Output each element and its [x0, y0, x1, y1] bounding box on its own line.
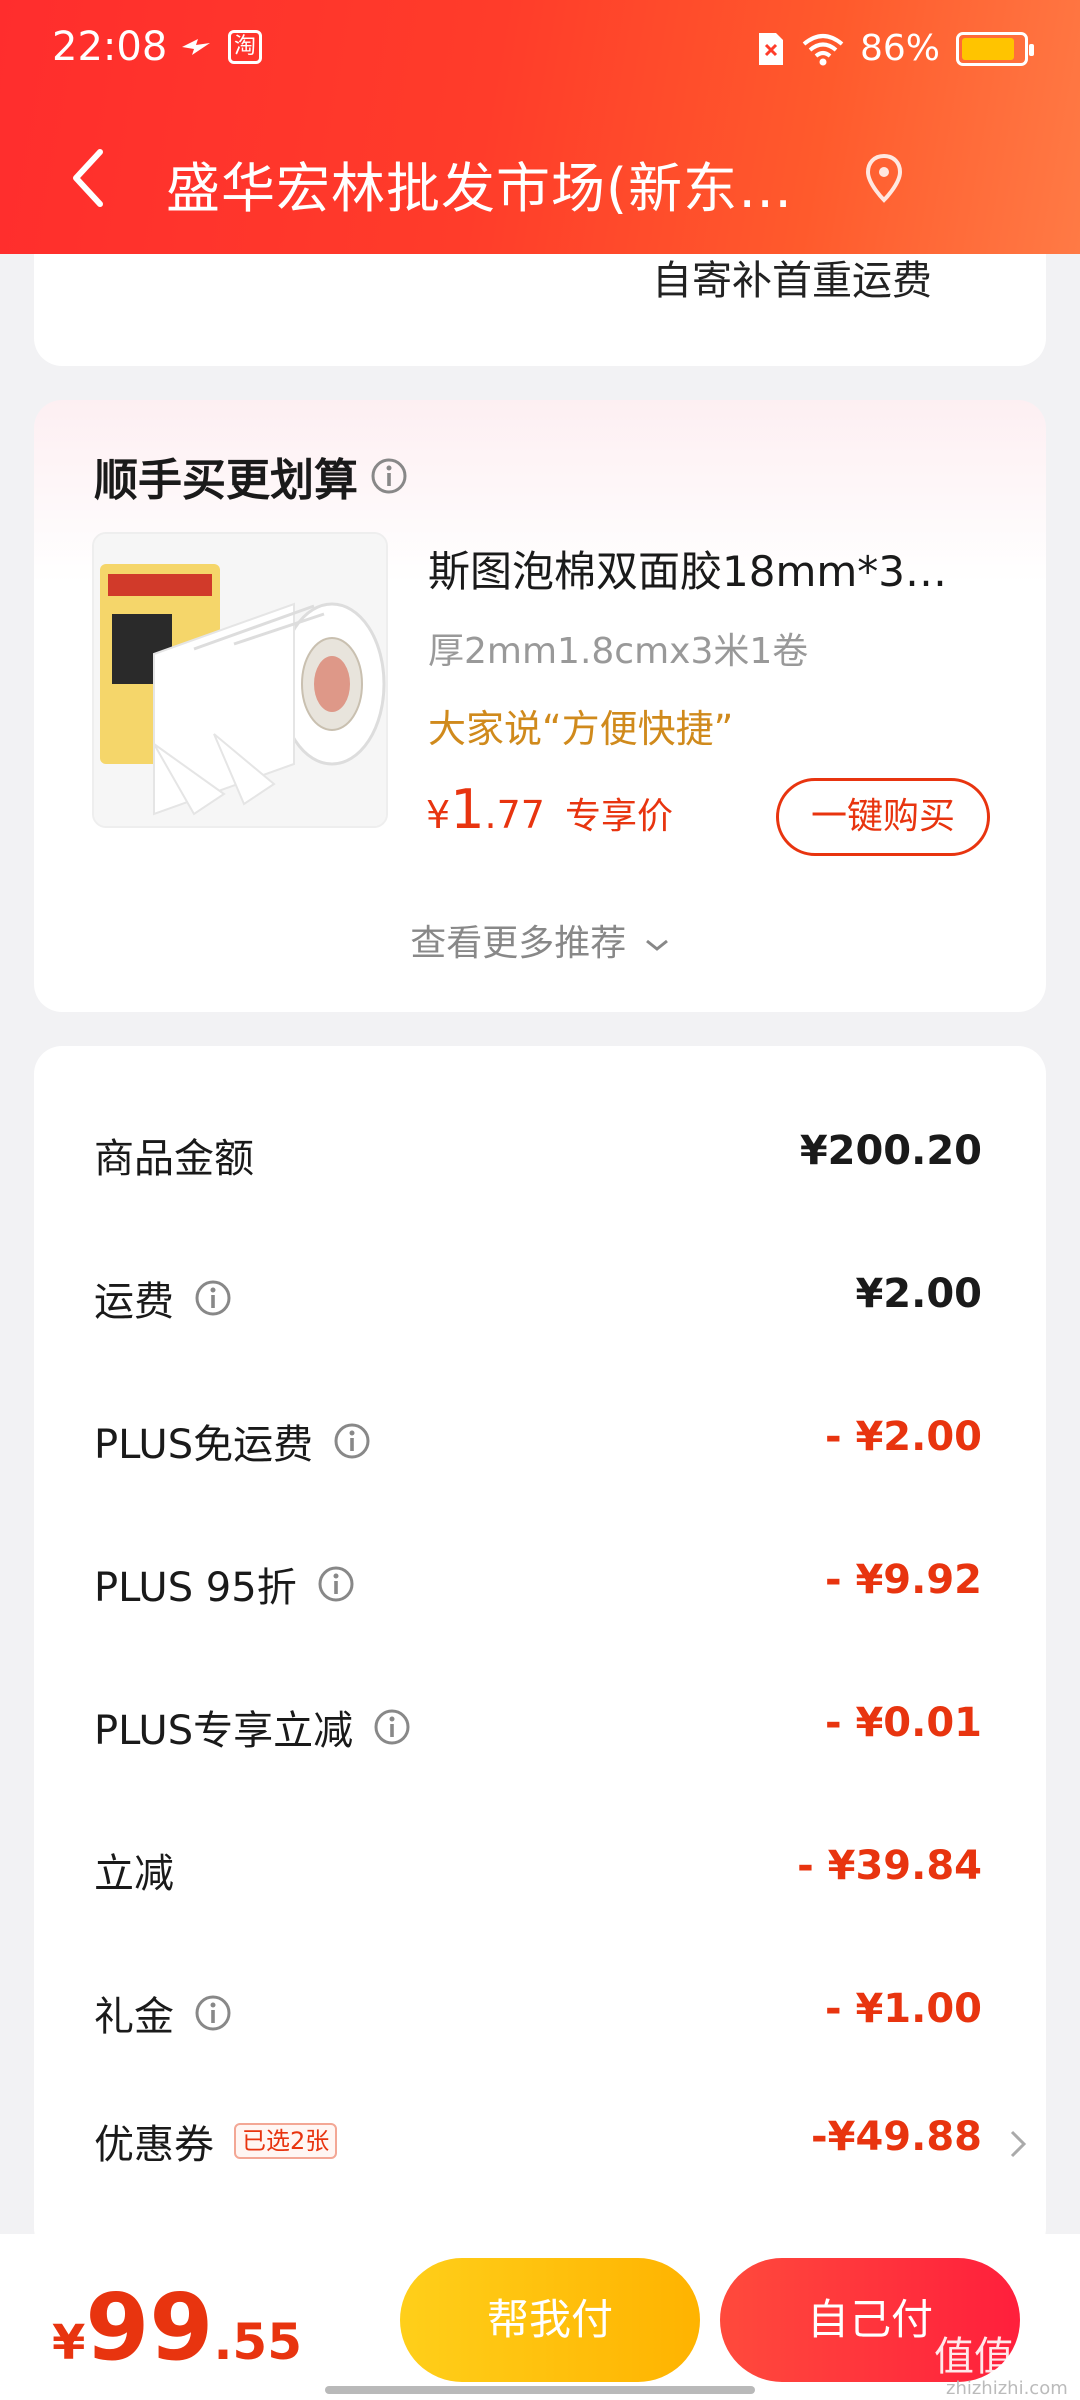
summary-row-instant-discount: 立减 - ¥39.84 — [94, 1835, 982, 1915]
summary-value: - ¥1.00 — [824, 1986, 982, 2032]
watermark-logo: 值值值 — [934, 2334, 1054, 2380]
status-right-icons: 86% — [756, 28, 1034, 69]
product-price: ¥ 1 .77 专享价 — [426, 778, 673, 841]
battery-percentage: 86% — [859, 28, 940, 69]
info-icon[interactable] — [333, 1422, 371, 1460]
price-currency: ¥ — [426, 793, 451, 837]
info-icon[interactable] — [317, 1565, 355, 1603]
sim-card-icon — [758, 32, 783, 65]
summary-label-text: 立减 — [94, 1851, 174, 1897]
battery-level — [962, 37, 1014, 60]
back-arrow-icon[interactable] — [60, 138, 120, 218]
chevron-right-icon[interactable] — [1006, 2124, 1030, 2164]
price-tag: 专享价 — [564, 796, 673, 837]
summary-label-text: 运费 — [94, 1279, 174, 1325]
product-image[interactable] — [92, 532, 388, 828]
total-integer: 99 — [85, 2274, 214, 2381]
more-recommendations-label: 查看更多推荐 — [410, 923, 627, 964]
summary-label-text: 优惠券 — [94, 2122, 214, 2168]
summary-value: - ¥2.00 — [824, 1414, 982, 1460]
summary-row-gift-money: 礼金 - ¥1.00 — [94, 1978, 982, 2058]
battery-icon — [956, 31, 1034, 66]
summary-label-text: PLUS免运费 — [94, 1422, 314, 1468]
summary-row-plus-free-shipping: PLUS免运费 - ¥2.00 — [94, 1406, 982, 1486]
status-time: 22:08 — [52, 24, 168, 70]
info-icon[interactable] — [370, 457, 408, 495]
recommend-card: 顺手买更划算 斯图泡棉双面胶18mm*3… 厚2mm1.8cmx3米1卷 大家说… — [34, 400, 1046, 1012]
summary-label-text: PLUS 95折 — [94, 1565, 297, 1611]
location-pin-icon[interactable] — [862, 152, 906, 204]
speed-icon — [182, 39, 210, 55]
summary-value: - ¥0.01 — [824, 1700, 982, 1746]
summary-row-shipping: 运费 ¥2.00 — [94, 1263, 982, 1343]
summary-value: - ¥39.84 — [797, 1843, 982, 1889]
one-click-buy-button[interactable]: 一键购买 — [776, 778, 990, 856]
summary-value: ¥200.20 — [799, 1128, 982, 1174]
summary-label: PLUS专享立减 — [94, 1698, 411, 1756]
summary-label-text: 礼金 — [94, 1994, 174, 2040]
total-price: ¥ 99 .55 — [52, 2274, 302, 2381]
price-integer: 1 — [450, 778, 485, 841]
page-title: 盛华宏林批发市场(新东… — [166, 157, 794, 220]
product-name[interactable]: 斯图泡棉双面胶18mm*3… — [428, 538, 988, 599]
watermark-url: zhizhizhi.com — [946, 2378, 1068, 2399]
summary-label: 商品金额 — [94, 1126, 254, 1184]
summary-label: PLUS免运费 — [94, 1412, 371, 1470]
recommend-title-text: 顺手买更划算 — [94, 455, 358, 506]
status-bar: 22:08 淘 86% — [0, 0, 1080, 100]
summary-label: PLUS 95折 — [94, 1555, 355, 1613]
recommend-title: 顺手买更划算 — [94, 444, 408, 508]
summary-value: - ¥9.92 — [824, 1557, 982, 1603]
shipping-note: 自寄补首重运费 — [652, 258, 932, 304]
wifi-icon — [802, 33, 844, 65]
help-me-pay-button[interactable]: 帮我付 — [400, 2258, 700, 2382]
price-decimal: .77 — [484, 793, 545, 837]
summary-value: -¥49.88 — [811, 2114, 982, 2160]
summary-label: 礼金 — [94, 1984, 232, 2042]
total-decimal: .55 — [213, 2313, 303, 2371]
nav-bar: 盛华宏林批发市场(新东… — [0, 128, 1080, 228]
summary-value: ¥2.00 — [855, 1271, 982, 1317]
summary-row-coupon[interactable]: 优惠券 已选2张 -¥49.88 — [94, 2106, 1027, 2186]
taobao-app-icon: 淘 — [228, 30, 262, 64]
coupon-selected-badge: 已选2张 — [234, 2123, 338, 2159]
summary-label: 立减 — [94, 1841, 174, 1899]
info-icon[interactable] — [194, 1994, 232, 2032]
summary-row-plus-exclusive: PLUS专享立减 - ¥0.01 — [94, 1692, 982, 1772]
checkout-bar: ¥ 99 .55 帮我付 自己付 — [0, 2234, 1080, 2400]
summary-label-text: PLUS专享立减 — [94, 1708, 354, 1754]
summary-label-text: 商品金额 — [94, 1136, 254, 1182]
product-spec: 厚2mm1.8cmx3米1卷 — [428, 631, 809, 672]
tape-rolls-image — [94, 534, 386, 826]
summary-label: 优惠券 已选2张 — [94, 2112, 338, 2170]
header: 22:08 淘 86% 盛华宏林批发市场(新东… — [0, 0, 1080, 254]
price-summary-card: 商品金额 ¥200.20 运费 ¥2.00 PLUS免运费 - ¥2.00 PL… — [34, 1046, 1046, 2256]
info-icon[interactable] — [373, 1708, 411, 1746]
total-currency: ¥ — [52, 2315, 86, 2371]
home-indicator[interactable] — [325, 2386, 755, 2394]
chevron-down-icon — [645, 939, 668, 951]
summary-label: 运费 — [94, 1269, 232, 1327]
status-notification-icons: 淘 — [178, 30, 262, 64]
summary-row-goods: 商品金额 ¥200.20 — [94, 1120, 982, 1200]
more-recommendations-link[interactable]: 查看更多推荐 — [34, 914, 1046, 966]
info-icon[interactable] — [194, 1279, 232, 1317]
product-comment: 大家说“方便快捷” — [428, 707, 734, 751]
summary-row-plus-discount: PLUS 95折 - ¥9.92 — [94, 1549, 982, 1629]
